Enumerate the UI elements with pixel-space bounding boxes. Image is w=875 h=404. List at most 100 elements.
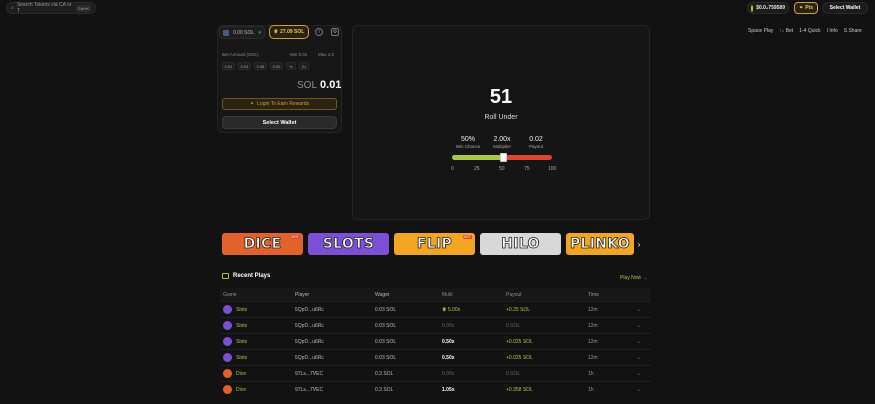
quick-amount-button[interactable]: 0.01 [222, 62, 235, 70]
roll-slider-handle[interactable] [499, 153, 507, 162]
slider-tick: 75 [524, 166, 530, 172]
chevron-down-icon: ▾ [258, 29, 261, 36]
tile-label: FLIP [416, 236, 453, 253]
game-tile-plinko[interactable]: PLINKO [566, 233, 634, 255]
rewards-balance-button[interactable]: ♕ 27.09 SOL [269, 25, 309, 39]
game-name: Dice [236, 370, 247, 377]
wallet-selector[interactable]: 0.00 SOL ▾ [219, 26, 265, 39]
quick-amount-button[interactable]: 0.20 [270, 62, 283, 70]
stat-value: 2.00x [493, 136, 511, 143]
search-input[interactable]: Search Tokens via CA or T [17, 2, 73, 14]
arrow-right-icon[interactable]: → [636, 307, 651, 313]
payout-cell: +0.25 SOL [506, 306, 531, 313]
search-bar[interactable]: ⌕ Search Tokens via CA or T Ctrl+K [6, 2, 96, 14]
game-tile-dice[interactable]: DICE HOT [222, 233, 303, 255]
arrow-right-icon[interactable]: → [636, 387, 651, 393]
table-row[interactable]: Slots 5QpD...u6Rc 0.03 SOL ♕ 5.00x +0.25… [220, 301, 651, 317]
wager-cell: 0.3 SOL [375, 386, 394, 393]
hot-badge: HOT [290, 235, 300, 239]
player-cell[interactable]: 5QpD...u6Rc [295, 307, 375, 313]
multi-value: 1.05x [442, 386, 455, 393]
game-cell[interactable]: Dice [220, 385, 295, 394]
multiplier-stat: 2.00x Multiplier [487, 136, 517, 149]
info-icon[interactable]: i [315, 28, 323, 36]
arrow-right-icon[interactable]: → [636, 323, 651, 329]
stat-label: Multiplier [492, 144, 511, 149]
half-bet-button[interactable]: ½ [286, 62, 296, 70]
slots-icon [223, 321, 232, 330]
game-cell[interactable]: Dice [220, 369, 295, 378]
slider-tick: 0 [451, 166, 454, 172]
login-rewards-button[interactable]: ⚭ Login To Earn Rewards [222, 98, 337, 110]
slots-icon [223, 305, 232, 314]
column-header: Game [223, 291, 237, 298]
stat-label: Payout [528, 144, 543, 149]
player-cell[interactable]: 5QpD...u6Rc [295, 339, 375, 345]
table-row[interactable]: Slots 5QpD...u6Rc 0.03 SOL 0.50x +0.025 … [220, 333, 651, 349]
hotkey-hints: Space Play ↑↓ Bet 1-4 Quick I Info S Sha… [748, 28, 862, 34]
multi-value: 0.50x [442, 338, 455, 345]
tile-label: DICE [243, 236, 282, 253]
game-cell[interactable]: Slots [220, 305, 295, 314]
column-header: Wager [375, 291, 390, 298]
quick-amount-button[interactable]: 0.03 [238, 62, 251, 70]
stat-value: 0.02 [529, 136, 543, 143]
game-tile-flip[interactable]: FLIP HOT [394, 233, 475, 255]
min-bet-button[interactable]: Min 0.01 [290, 52, 307, 57]
wager-cell: 0.03 SOL [375, 322, 397, 329]
select-wallet-header-button[interactable]: Select Wallet [822, 2, 868, 14]
table-row[interactable]: Slots 5QpD...u6Rc 0.03 SOL 0.50x +0.025 … [220, 349, 651, 365]
select-wallet-button[interactable]: Select Wallet [222, 116, 337, 129]
game-cell[interactable]: Slots [220, 353, 295, 362]
column-header: Time [588, 291, 599, 298]
player-cell[interactable]: 5QpD...u6Rc [295, 355, 375, 361]
points-label: Pts [805, 5, 813, 11]
game-tile-slots[interactable]: SLOTS [308, 233, 389, 255]
hotkey-quick: 1-4 Quick [799, 28, 821, 34]
arrow-right-icon[interactable]: → [636, 339, 651, 345]
player-cell[interactable]: 97Ls...7VEC [295, 387, 375, 393]
multi-cell: 0.00x [442, 371, 506, 377]
time-cell: 12m [588, 322, 598, 329]
points-button[interactable]: ⚭ Pts [794, 2, 818, 14]
multi-cell: 0.00x [442, 323, 506, 329]
game-cell[interactable]: Slots [220, 337, 295, 346]
arrow-right-icon[interactable]: → [636, 355, 651, 361]
win-chance-stat: 50% Win Chance [453, 136, 483, 149]
recent-plays-title: Recent Plays [233, 273, 271, 279]
quick-amount-button[interactable]: 0.08 [254, 62, 267, 70]
hotkey-share: S Share [843, 28, 862, 34]
double-bet-button[interactable]: 2× [299, 62, 309, 70]
arrow-right-icon[interactable]: → [636, 371, 651, 377]
tile-label: SLOTS [322, 236, 375, 253]
player-cell[interactable]: 5QpD...u6Rc [295, 323, 375, 329]
game-tile-hilo[interactable]: HILO [480, 233, 561, 255]
balance-display[interactable]: $0.0₄759589 [747, 2, 789, 14]
roll-number: 51 [489, 86, 513, 108]
player-cell[interactable]: 97Ls...7VEC [295, 371, 375, 377]
bet-amount-value: 0.01 [320, 79, 342, 91]
max-bet-button[interactable]: Max 1.0 [318, 52, 334, 57]
rewards-balance: 27.09 SOL [280, 29, 305, 35]
slider-tick: 50 [499, 166, 505, 172]
hotkey-play: Space Play [748, 28, 774, 34]
multi-value: 0.00x [442, 322, 455, 329]
chevron-right-icon[interactable]: › [634, 238, 644, 250]
settings-icon[interactable]: ⚙ [331, 28, 339, 36]
multi-cell: 0.50x [442, 355, 506, 361]
table-row[interactable]: Dice 97Ls...7VEC 0.3 SOL 0.00x 0 SOL 1h … [220, 365, 651, 381]
bet-amount-display[interactable]: SOL 0.01 [297, 79, 341, 91]
game-cell[interactable]: Slots [220, 321, 295, 330]
roll-direction-label[interactable]: Roll Under [352, 114, 650, 121]
play-now-link[interactable]: Play Now → [620, 275, 648, 281]
time-cell: 12m [588, 338, 598, 345]
multi-cell: ♕ 5.00x [442, 307, 506, 313]
multi-value: 0.00x [442, 370, 455, 377]
slots-icon [223, 337, 232, 346]
multi-value: 0.50x [442, 354, 455, 361]
table-row[interactable]: Dice 97Ls...7VEC 0.3 SOL 1.05x +0.358 SO… [220, 381, 651, 397]
table-row[interactable]: Slots 5QpD...u6Rc 0.03 SOL 0.00x 0 SOL 1… [220, 317, 651, 333]
multi-cell: 0.50x [442, 339, 506, 345]
dice-game-area [352, 25, 650, 220]
slots-icon [223, 353, 232, 362]
